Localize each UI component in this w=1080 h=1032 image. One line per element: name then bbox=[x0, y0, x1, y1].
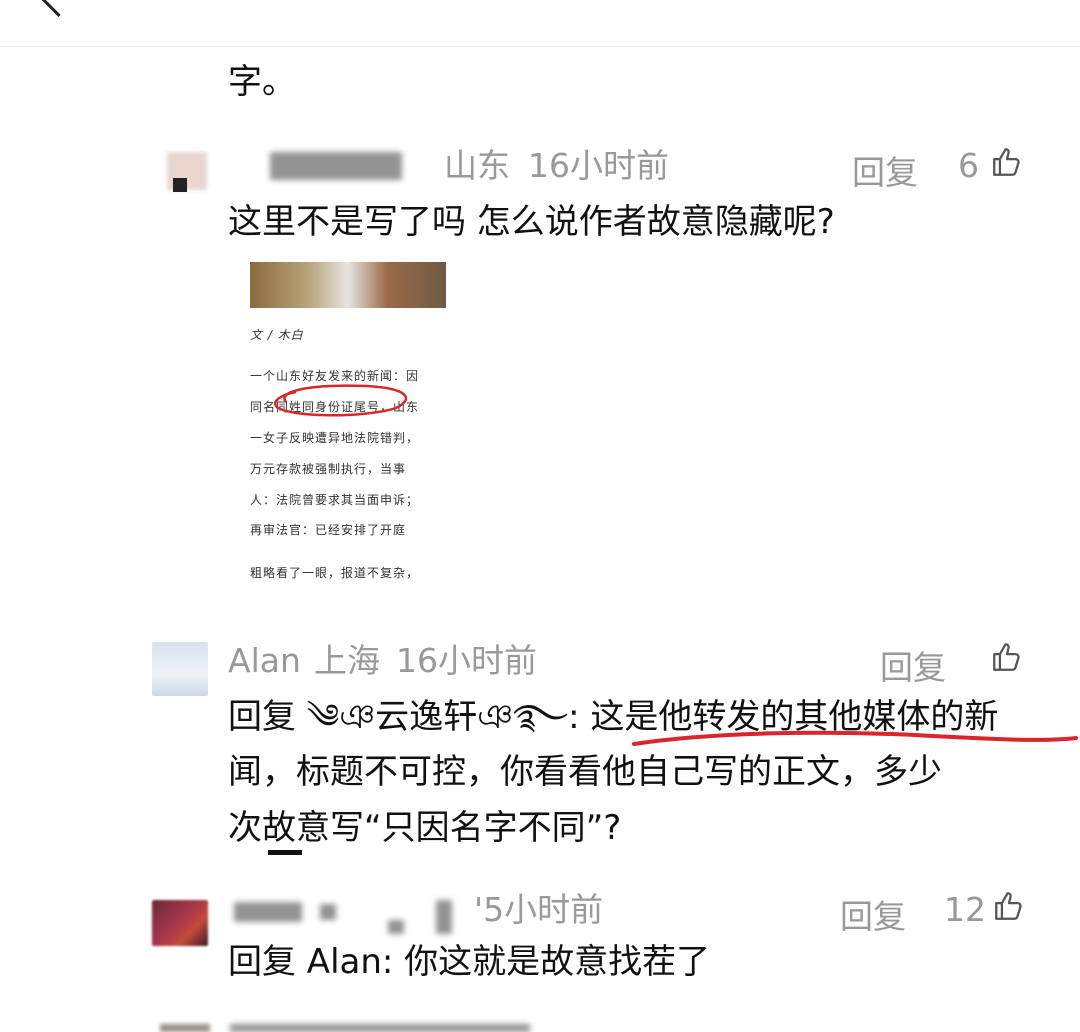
article-line: 一女子反映遭异地法院错判， bbox=[250, 431, 420, 445]
avatar[interactable] bbox=[152, 900, 208, 946]
comment-location: 上海 bbox=[314, 641, 380, 680]
top-bar bbox=[0, 0, 1080, 47]
thumbs-up-icon[interactable] bbox=[990, 145, 1024, 179]
article-byline: 文 / 木白 bbox=[250, 328, 304, 342]
previous-comment-fragment: 字。 bbox=[228, 62, 296, 102]
article-line: 万元存款被强制执行，当事 bbox=[250, 462, 407, 476]
avatar[interactable] bbox=[155, 150, 217, 200]
next-avatar-partial bbox=[160, 1024, 210, 1032]
next-comment-partial bbox=[230, 1024, 530, 1032]
comment-time: 16小时前 bbox=[528, 146, 669, 185]
comment-location: 山东 bbox=[444, 146, 510, 185]
article-line: 人：法院曾要求其当面申诉； bbox=[250, 493, 420, 507]
comment-time: '5小时前 bbox=[474, 890, 604, 929]
article-header-image bbox=[250, 262, 446, 308]
red-circle-annotation bbox=[274, 384, 408, 417]
article-line: 粗略看了一眼，报道不复杂， bbox=[250, 566, 420, 580]
text-cut-mark bbox=[268, 850, 302, 855]
like-count: 6 bbox=[958, 146, 979, 185]
red-underline-annotation bbox=[632, 730, 1078, 746]
comment-text: 回复 Alan: 你这就是故意找茬了 bbox=[228, 942, 711, 982]
username-redacted bbox=[320, 904, 336, 920]
reply-button[interactable]: 回复 bbox=[852, 146, 918, 194]
reply-button[interactable]: 回复 bbox=[880, 641, 946, 689]
username-redacted bbox=[436, 900, 452, 934]
username-redacted bbox=[234, 902, 302, 922]
comment-text-line: 次故意写“只因名字不同”? bbox=[228, 808, 622, 848]
like-count: 12 bbox=[944, 890, 986, 929]
comment-username[interactable]: Alan bbox=[228, 641, 301, 681]
avatar[interactable] bbox=[152, 642, 208, 696]
reply-button[interactable]: 回复 bbox=[840, 890, 906, 938]
comment-text-line: 闻，标题不可控，你看看他自己写的正文，多少 bbox=[228, 752, 942, 792]
username-redacted bbox=[388, 920, 404, 934]
thumbs-up-icon[interactable] bbox=[990, 640, 1024, 674]
username-redacted bbox=[270, 152, 402, 180]
article-line: 再审法官：已经安排了开庭 bbox=[250, 523, 407, 537]
thumbs-up-icon[interactable] bbox=[992, 889, 1026, 923]
quoted-article-screenshot[interactable]: 文 / 木白 一个山东好友发来的新闻：因 同名同姓同身份证尾号，山东 一女子反映… bbox=[246, 258, 446, 588]
comment-time: 16小时前 bbox=[396, 641, 537, 680]
comment-text: 这里不是写了吗 怎么说作者故意隐藏呢? bbox=[228, 202, 835, 242]
